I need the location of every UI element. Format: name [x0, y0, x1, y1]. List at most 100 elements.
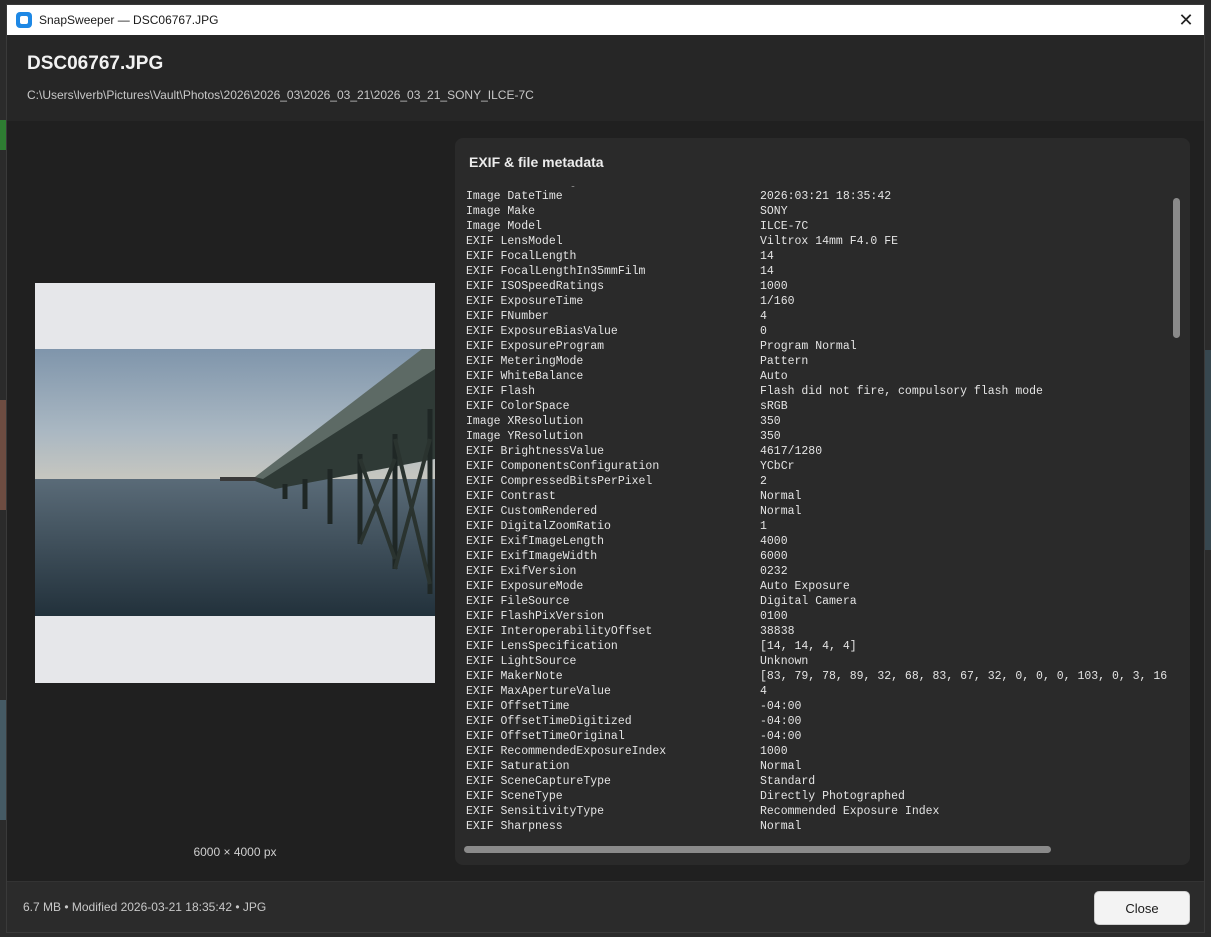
- metadata-key: EXIF SceneCaptureType: [466, 775, 611, 788]
- close-icon[interactable]: ✕: [1176, 10, 1196, 30]
- metadata-value: 1/160: [760, 295, 795, 308]
- metadata-key: EXIF OffsetTimeDigitized: [466, 715, 632, 728]
- metadata-key: EXIF BrightnessValue: [466, 445, 605, 458]
- metadata-key: EXIF LightSource: [466, 655, 577, 668]
- metadata-value: Normal: [760, 760, 802, 773]
- metadata-value: Digital Camera: [760, 595, 857, 608]
- background-app-edge-right: [1205, 350, 1211, 550]
- metadata-key: EXIF FocalLength: [466, 250, 577, 263]
- metadata-key: EXIF LensSpecification: [466, 640, 618, 653]
- metadata-heading: EXIF & file metadata: [469, 154, 604, 170]
- metadata-value: 14: [760, 250, 774, 263]
- file-name-title: DSC06767.JPG: [27, 53, 164, 74]
- metadata-value: 6000: [760, 550, 788, 563]
- metadata-key: EXIF ColorSpace: [466, 400, 570, 413]
- metadata-value: Directly Photographed: [760, 790, 905, 803]
- metadata-key: Image YResolution: [466, 430, 584, 443]
- metadata-key: EXIF LensModel: [466, 235, 563, 248]
- metadata-key: EXIF OffsetTime: [466, 700, 570, 713]
- metadata-value: 2: [760, 475, 767, 488]
- metadata-key: EXIF SensitivityType: [466, 805, 605, 818]
- metadata-value: 2026:03:21 18:35:42: [760, 190, 892, 203]
- metadata-value: 4617/1280: [760, 445, 823, 458]
- metadata-panel: EXIF & file metadata EXIF DateTimeDigiti…: [455, 138, 1190, 865]
- metadata-value: SONY: [760, 205, 788, 218]
- metadata-key: EXIF MeteringMode: [466, 355, 584, 368]
- dialog-body: 6000 × 4000 px EXIF & file metadata EXIF…: [7, 121, 1204, 881]
- metadata-key: EXIF DigitalZoomRatio: [466, 520, 611, 533]
- file-info-summary: 6.7 MB • Modified 2026-03-21 18:35:42 • …: [23, 900, 267, 914]
- metadata-key: EXIF FileSource: [466, 595, 570, 608]
- metadata-key: EXIF ExposureBiasValue: [466, 325, 618, 338]
- metadata-key: EXIF MaxApertureValue: [466, 685, 611, 698]
- metadata-value: 1000: [760, 280, 788, 293]
- pier-photo: [35, 349, 435, 616]
- metadata-value: Flash did not fire, compulsory flash mod…: [760, 385, 1043, 398]
- metadata-value: 350: [760, 415, 781, 428]
- horizontal-scrollbar[interactable]: [464, 846, 1051, 853]
- metadata-key: EXIF ExposureMode: [466, 580, 584, 593]
- metadata-value: 4: [760, 310, 767, 323]
- metadata-value: 0232: [760, 565, 788, 578]
- photo-thumbnail: [35, 349, 435, 616]
- dialog-footer: 6.7 MB • Modified 2026-03-21 18:35:42 • …: [7, 881, 1204, 932]
- metadata-key: EXIF Contrast: [466, 490, 556, 503]
- metadata-scroll-area[interactable]: EXIF DateTimeDigitized2026:03:21 18:35:4…: [455, 186, 1167, 838]
- title-bar: SnapSweeper — DSC06767.JPG ✕: [7, 5, 1204, 35]
- metadata-value: 38838: [760, 625, 795, 638]
- metadata-value: -04:00: [760, 700, 802, 713]
- metadata-value: -04:00: [760, 715, 802, 728]
- metadata-key: EXIF CustomRendered: [466, 505, 598, 518]
- close-button[interactable]: Close: [1094, 891, 1190, 925]
- metadata-value: Pattern: [760, 355, 809, 368]
- image-dimensions: 6000 × 4000 px: [193, 845, 277, 859]
- metadata-key: EXIF Flash: [466, 385, 536, 398]
- metadata-value: 4000: [760, 535, 788, 548]
- metadata-key: EXIF ExposureTime: [466, 295, 584, 308]
- metadata-key: Image Model: [466, 220, 542, 233]
- metadata-key: EXIF RecommendedExposureIndex: [466, 745, 667, 758]
- metadata-value: Unknown: [760, 655, 809, 668]
- metadata-key: EXIF CompressedBitsPerPixel: [466, 475, 653, 488]
- metadata-value: 14: [760, 265, 774, 278]
- metadata-value: 350: [760, 430, 781, 443]
- metadata-value: YCbCr: [760, 460, 795, 473]
- metadata-value: Auto: [760, 370, 788, 383]
- metadata-key: EXIF Saturation: [466, 760, 570, 773]
- metadata-value: Program Normal: [760, 340, 857, 353]
- window-title: SnapSweeper — DSC06767.JPG: [39, 13, 219, 27]
- metadata-value: 4: [760, 685, 767, 698]
- metadata-key: Image XResolution: [466, 415, 584, 428]
- metadata-value: sRGB: [760, 400, 788, 413]
- metadata-value: 1000: [760, 745, 788, 758]
- metadata-value: Standard: [760, 775, 816, 788]
- image-preview: [35, 283, 435, 683]
- metadata-key: EXIF ExifVersion: [466, 565, 577, 578]
- metadata-value: Recommended Exposure Index: [760, 805, 940, 818]
- metadata-dialog: SnapSweeper — DSC06767.JPG ✕ DSC06767.JP…: [6, 4, 1205, 933]
- metadata-key: EXIF InteroperabilityOffset: [466, 625, 653, 638]
- metadata-key: EXIF ExifImageWidth: [466, 550, 598, 563]
- metadata-key: EXIF FNumber: [466, 310, 549, 323]
- metadata-key: EXIF SceneType: [466, 790, 563, 803]
- metadata-key: EXIF ExposureProgram: [466, 340, 605, 353]
- vertical-scrollbar[interactable]: [1173, 198, 1180, 338]
- metadata-key: EXIF ISOSpeedRatings: [466, 280, 605, 293]
- file-path: C:\Users\lverb\Pictures\Vault\Photos\202…: [27, 88, 534, 102]
- app-icon: [16, 12, 32, 28]
- metadata-key: EXIF OffsetTimeOriginal: [466, 730, 625, 743]
- metadata-value: [14, 14, 4, 4]: [760, 640, 857, 653]
- metadata-value: Auto Exposure: [760, 580, 850, 593]
- metadata-value: Normal: [760, 505, 802, 518]
- metadata-value: Normal: [760, 820, 802, 833]
- metadata-key: EXIF ExifImageLength: [466, 535, 605, 548]
- metadata-value: [83, 79, 78, 89, 32, 68, 83, 67, 32, 0, …: [760, 670, 1167, 683]
- metadata-value: 1: [760, 520, 767, 533]
- metadata-key: EXIF FocalLengthIn35mmFilm: [466, 265, 646, 278]
- metadata-value: -04:00: [760, 730, 802, 743]
- dialog-header: DSC06767.JPG C:\Users\lverb\Pictures\Vau…: [7, 35, 1204, 121]
- metadata-value: ILCE-7C: [760, 220, 809, 233]
- metadata-key: Image Make: [466, 205, 536, 218]
- metadata-value: 0100: [760, 610, 788, 623]
- metadata-key: Image DateTime: [466, 190, 563, 203]
